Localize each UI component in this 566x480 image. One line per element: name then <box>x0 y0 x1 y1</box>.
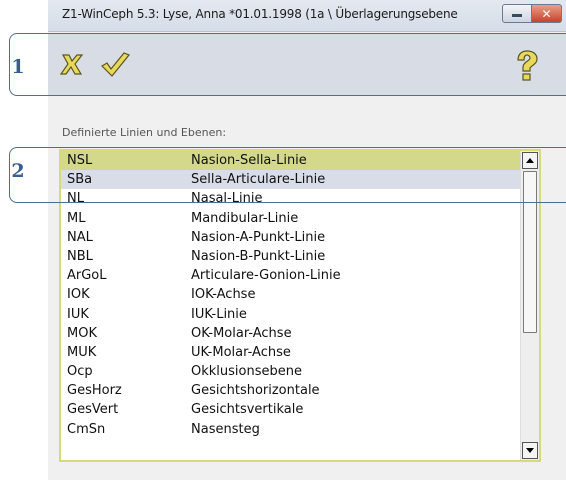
scroll-thumb[interactable] <box>523 171 537 333</box>
list-item-abbreviation: GesVert <box>67 402 119 418</box>
list-item[interactable]: NBL Nasion-B-Punkt-Linie <box>61 247 523 266</box>
window-title: Z1-WinCeph 5.3: Lyse, Anna *01.01.1998 (… <box>62 7 458 21</box>
list-item[interactable]: GesHorz Gesichtshorizontale <box>61 381 523 400</box>
dialog-window: Z1-WinCeph 5.3: Lyse, Anna *01.01.1998 (… <box>48 0 566 480</box>
list-item[interactable]: MUK UK-Molar-Achse <box>61 343 523 362</box>
close-icon: ✕ <box>541 6 552 21</box>
cross-icon <box>59 54 84 75</box>
callout-number-1: 1 <box>11 56 25 78</box>
list-item-description: Articulare-Gonion-Linie <box>191 268 341 284</box>
list-item-abbreviation: NAL <box>67 229 93 245</box>
list-item-description: Gesichtshorizontale <box>191 383 320 399</box>
list-item-description: Mandibular-Linie <box>191 210 299 226</box>
title-bar[interactable]: Z1-WinCeph 5.3: Lyse, Anna *01.01.1998 (… <box>48 0 566 32</box>
list-item-abbreviation: NSL <box>67 153 93 168</box>
list-item[interactable]: NAL Nasion-A-Punkt-Linie <box>61 228 523 247</box>
list-item[interactable]: IOK IOK-Achse <box>61 285 523 304</box>
vertical-scrollbar[interactable] <box>520 151 539 460</box>
list-item-abbreviation: SBa <box>67 172 93 188</box>
list-rows: NSL Nasion-Sella-Linie SBa Sella-Articulare… <box>61 151 523 439</box>
list-item[interactable]: Ocp Okklusionsebene <box>61 362 523 381</box>
scroll-up-button[interactable] <box>522 152 538 169</box>
list-item-abbreviation: ML <box>67 210 86 226</box>
arrow-up-icon <box>526 158 534 163</box>
list-item-abbreviation: CmSn <box>67 421 106 437</box>
list-item-abbreviation: IOK <box>67 287 90 303</box>
list-item-abbreviation: GesHorz <box>67 383 122 399</box>
list-item[interactable]: ML Mandibular-Linie <box>61 209 523 228</box>
list-item-abbreviation: Ocp <box>67 364 93 380</box>
question-mark-icon <box>517 50 538 81</box>
list-item-abbreviation: MUK <box>67 344 97 360</box>
list-item[interactable]: MOK OK-Molar-Achse <box>61 324 523 343</box>
list-item-description: Gesichtsvertikale <box>191 402 304 418</box>
list-item[interactable]: CmSn Nasensteg <box>61 420 523 439</box>
list-item-abbreviation: MOK <box>67 325 97 341</box>
minimize-icon <box>512 14 522 17</box>
list-item-description: Nasion-A-Punkt-Linie <box>191 229 326 245</box>
cancel-button[interactable] <box>56 49 88 81</box>
list-item-description: Nasal-Linie <box>191 191 263 207</box>
window-controls: ✕ <box>502 4 562 26</box>
checkmark-icon <box>101 52 130 77</box>
list-item[interactable]: ArGoL Articulare-Gonion-Linie <box>61 266 523 285</box>
scroll-down-button[interactable] <box>522 442 538 459</box>
list-group-label: Definierte Linien und Ebenen: <box>62 126 227 139</box>
close-button[interactable]: ✕ <box>532 4 562 23</box>
list-item-description: IOK-Achse <box>191 287 256 303</box>
list-item-description: Sella-Articulare-Linie <box>191 172 326 188</box>
list-item-description: UK-Molar-Achse <box>191 344 291 360</box>
list-item-abbreviation: IUK <box>67 306 89 322</box>
arrow-down-icon <box>526 448 534 453</box>
help-button[interactable] <box>510 49 542 81</box>
list-item-description: OK-Molar-Achse <box>191 325 292 341</box>
list-item[interactable]: SBa Sella-Articulare-Linie <box>61 170 523 190</box>
list-item-description: Nasion-Sella-Linie <box>191 153 307 168</box>
list-item-description: Nasensteg <box>191 421 260 437</box>
list-item[interactable]: NL Nasal-Linie <box>61 189 523 208</box>
list-item[interactable]: IUK IUK-Linie <box>61 305 523 324</box>
list-item-abbreviation: ArGoL <box>67 268 107 284</box>
list-item-abbreviation: NBL <box>67 248 93 264</box>
list-item[interactable]: GesVert Gesichtsvertikale <box>61 400 523 419</box>
toolbar <box>48 33 566 95</box>
list-item-description: IUK-Linie <box>191 306 247 322</box>
list-item-abbreviation: NL <box>67 191 84 207</box>
ok-button[interactable] <box>98 49 130 81</box>
list-item-description: Nasion-B-Punkt-Linie <box>191 248 326 264</box>
list-item[interactable]: NSL Nasion-Sella-Linie <box>61 151 523 171</box>
minimize-button[interactable] <box>502 4 532 23</box>
list-item-description: Okklusionsebene <box>191 364 302 380</box>
lines-listbox[interactable]: NSL Nasion-Sella-Linie SBa Sella-Articulare… <box>59 149 541 462</box>
callout-number-2: 2 <box>11 160 25 182</box>
